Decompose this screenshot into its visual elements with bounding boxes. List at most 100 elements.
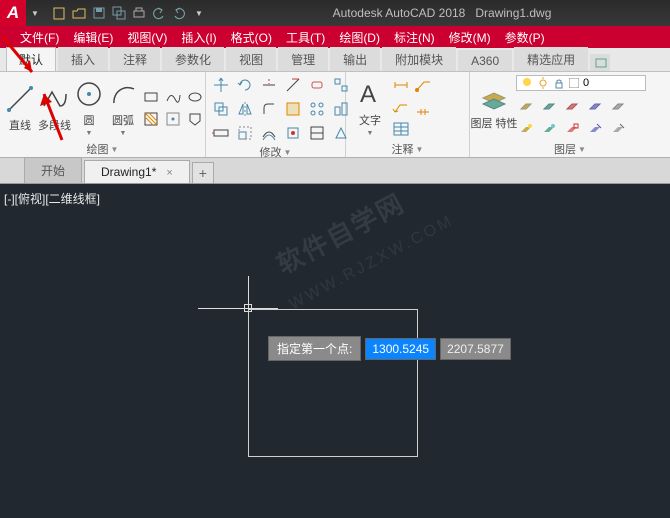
tab-parametric[interactable]: 参数化 — [162, 47, 224, 71]
panel-annotate-title[interactable]: 注释▼ — [350, 141, 465, 157]
menu-parametric[interactable]: 参数(P) — [505, 29, 545, 46]
arc-button[interactable]: 圆弧▼ — [107, 78, 139, 137]
coord-y-input[interactable]: 2207.5877 — [440, 338, 511, 360]
menu-edit[interactable]: 编辑(E) — [73, 29, 113, 46]
ellipse-icon[interactable] — [185, 87, 205, 107]
layer-match-icon[interactable] — [585, 97, 605, 117]
scale-icon[interactable] — [234, 122, 256, 144]
multileader-icon[interactable] — [392, 98, 412, 118]
tab-view[interactable]: 视图 — [226, 47, 276, 71]
command-prompt: 指定第一个点: — [268, 336, 361, 361]
dynamic-input: 指定第一个点: 1300.5245 2207.5877 — [268, 336, 511, 361]
circle-button[interactable]: 圆▼ — [73, 78, 105, 137]
tab-insert[interactable]: 插入 — [58, 47, 108, 71]
spline-icon[interactable] — [163, 87, 183, 107]
chamfer-icon[interactable] — [282, 98, 304, 120]
panel-modify: 修改▼ — [206, 72, 346, 157]
panel-annotate: A 文字▼ 注释▼ — [346, 72, 470, 157]
layer-properties-button[interactable]: 图层 特性 — [474, 85, 514, 130]
layer-thaw-icon[interactable] — [585, 120, 605, 140]
layer-on-icon[interactable] — [562, 120, 582, 140]
tab-start[interactable]: 开始 — [24, 157, 82, 183]
layer-lock-icon[interactable] — [562, 97, 582, 117]
ribbon: 直线 多段线 圆▼ 圆弧▼ — [0, 72, 670, 158]
layer-selector[interactable]: 0 — [516, 75, 646, 91]
panel-layer: 图层 特性 0 — [470, 72, 670, 157]
menu-bar: 文件(F) 编辑(E) 视图(V) 插入(I) 格式(O) 工具(T) 绘图(D… — [0, 26, 670, 48]
window-title: Autodesk AutoCAD 2018 Drawing1.dwg — [214, 6, 670, 20]
save-icon[interactable] — [90, 4, 108, 22]
title-bar: A ▼ ▼ Autodesk AutoCAD 2018 Drawing1.dwg — [0, 0, 670, 26]
region-icon[interactable] — [185, 109, 205, 129]
layer-unlock-icon[interactable] — [608, 120, 628, 140]
redo-icon[interactable] — [170, 4, 188, 22]
qat-dropdown-icon[interactable]: ▼ — [190, 4, 208, 22]
menu-format[interactable]: 格式(O) — [231, 29, 272, 46]
undo-icon[interactable] — [150, 4, 168, 22]
extend-icon[interactable] — [282, 74, 304, 96]
fillet-icon[interactable] — [258, 98, 280, 120]
move-icon[interactable] — [210, 74, 232, 96]
menu-insert[interactable]: 插入(I) — [181, 29, 216, 46]
point-icon[interactable] — [163, 109, 183, 129]
tab-extra[interactable] — [590, 54, 610, 71]
mirror-icon[interactable] — [234, 98, 256, 120]
panel-modify-title[interactable]: 修改▼ — [210, 144, 341, 160]
break-icon[interactable] — [282, 122, 304, 144]
add-tab-button[interactable]: + — [192, 162, 214, 183]
array-icon[interactable] — [306, 98, 328, 120]
app-logo[interactable]: A — [0, 0, 26, 26]
lightbulb-icon — [521, 77, 533, 89]
layer-iso-icon[interactable] — [516, 120, 536, 140]
tab-manage[interactable]: 管理 — [278, 47, 328, 71]
close-icon[interactable]: × — [166, 167, 172, 179]
tab-output[interactable]: 输出 — [330, 47, 380, 71]
menu-tools[interactable]: 工具(T) — [286, 29, 325, 46]
new-icon[interactable] — [50, 4, 68, 22]
tab-drawing1[interactable]: Drawing1*× — [84, 160, 190, 183]
trim-icon[interactable] — [258, 74, 280, 96]
circle-icon — [73, 78, 105, 110]
stretch-icon[interactable] — [210, 122, 232, 144]
layer-off-icon[interactable] — [516, 97, 536, 117]
dimension-icon[interactable] — [392, 76, 412, 96]
tab-annotate[interactable]: 注释 — [110, 47, 160, 71]
layer-uniso-icon[interactable] — [539, 120, 559, 140]
rectangle-icon[interactable] — [141, 87, 161, 107]
modify-tools — [210, 74, 352, 144]
document-tabs: 开始 Drawing1*× + — [0, 158, 670, 184]
layer-tools — [516, 97, 646, 140]
svg-text:A: A — [360, 81, 376, 108]
table-icon[interactable] — [392, 120, 412, 140]
menu-draw[interactable]: 绘图(D) — [339, 29, 380, 46]
layer-freeze-icon[interactable] — [539, 97, 559, 117]
draw-small-tools — [141, 87, 205, 129]
centermark-icon[interactable] — [414, 98, 434, 118]
text-button[interactable]: A 文字▼ — [350, 78, 390, 137]
panel-layer-title[interactable]: 图层▼ — [474, 141, 666, 157]
menu-modify[interactable]: 修改(M) — [449, 29, 491, 46]
join-icon[interactable] — [306, 122, 328, 144]
hatch-icon[interactable] — [141, 109, 161, 129]
leader-icon[interactable] — [414, 76, 434, 96]
drawing-canvas[interactable]: [-][俯视][二维线框] 软件自学网 WWW.RJZXW.COM 指定第一个点… — [0, 184, 670, 518]
rectangle-preview — [248, 309, 418, 457]
open-icon[interactable] — [70, 4, 88, 22]
layer-prev-icon[interactable] — [608, 97, 628, 117]
saveas-icon[interactable] — [110, 4, 128, 22]
text-icon: A — [354, 78, 386, 110]
tab-addins[interactable]: 附加模块 — [382, 47, 456, 71]
erase-icon[interactable] — [306, 74, 328, 96]
rotate-icon[interactable] — [234, 74, 256, 96]
menu-dimension[interactable]: 标注(N) — [394, 29, 435, 46]
coord-x-input[interactable]: 1300.5245 — [365, 338, 436, 360]
viewport-label[interactable]: [-][俯视][二维线框] — [4, 190, 100, 207]
tab-featured[interactable]: 精选应用 — [514, 47, 588, 71]
menu-view[interactable]: 视图(V) — [127, 29, 167, 46]
print-icon[interactable] — [130, 4, 148, 22]
sun-icon — [537, 77, 549, 89]
offset-icon[interactable] — [258, 122, 280, 144]
tab-a360[interactable]: A360 — [458, 50, 512, 71]
copy-icon[interactable] — [210, 98, 232, 120]
app-menu-dropdown-icon[interactable]: ▼ — [26, 4, 44, 22]
